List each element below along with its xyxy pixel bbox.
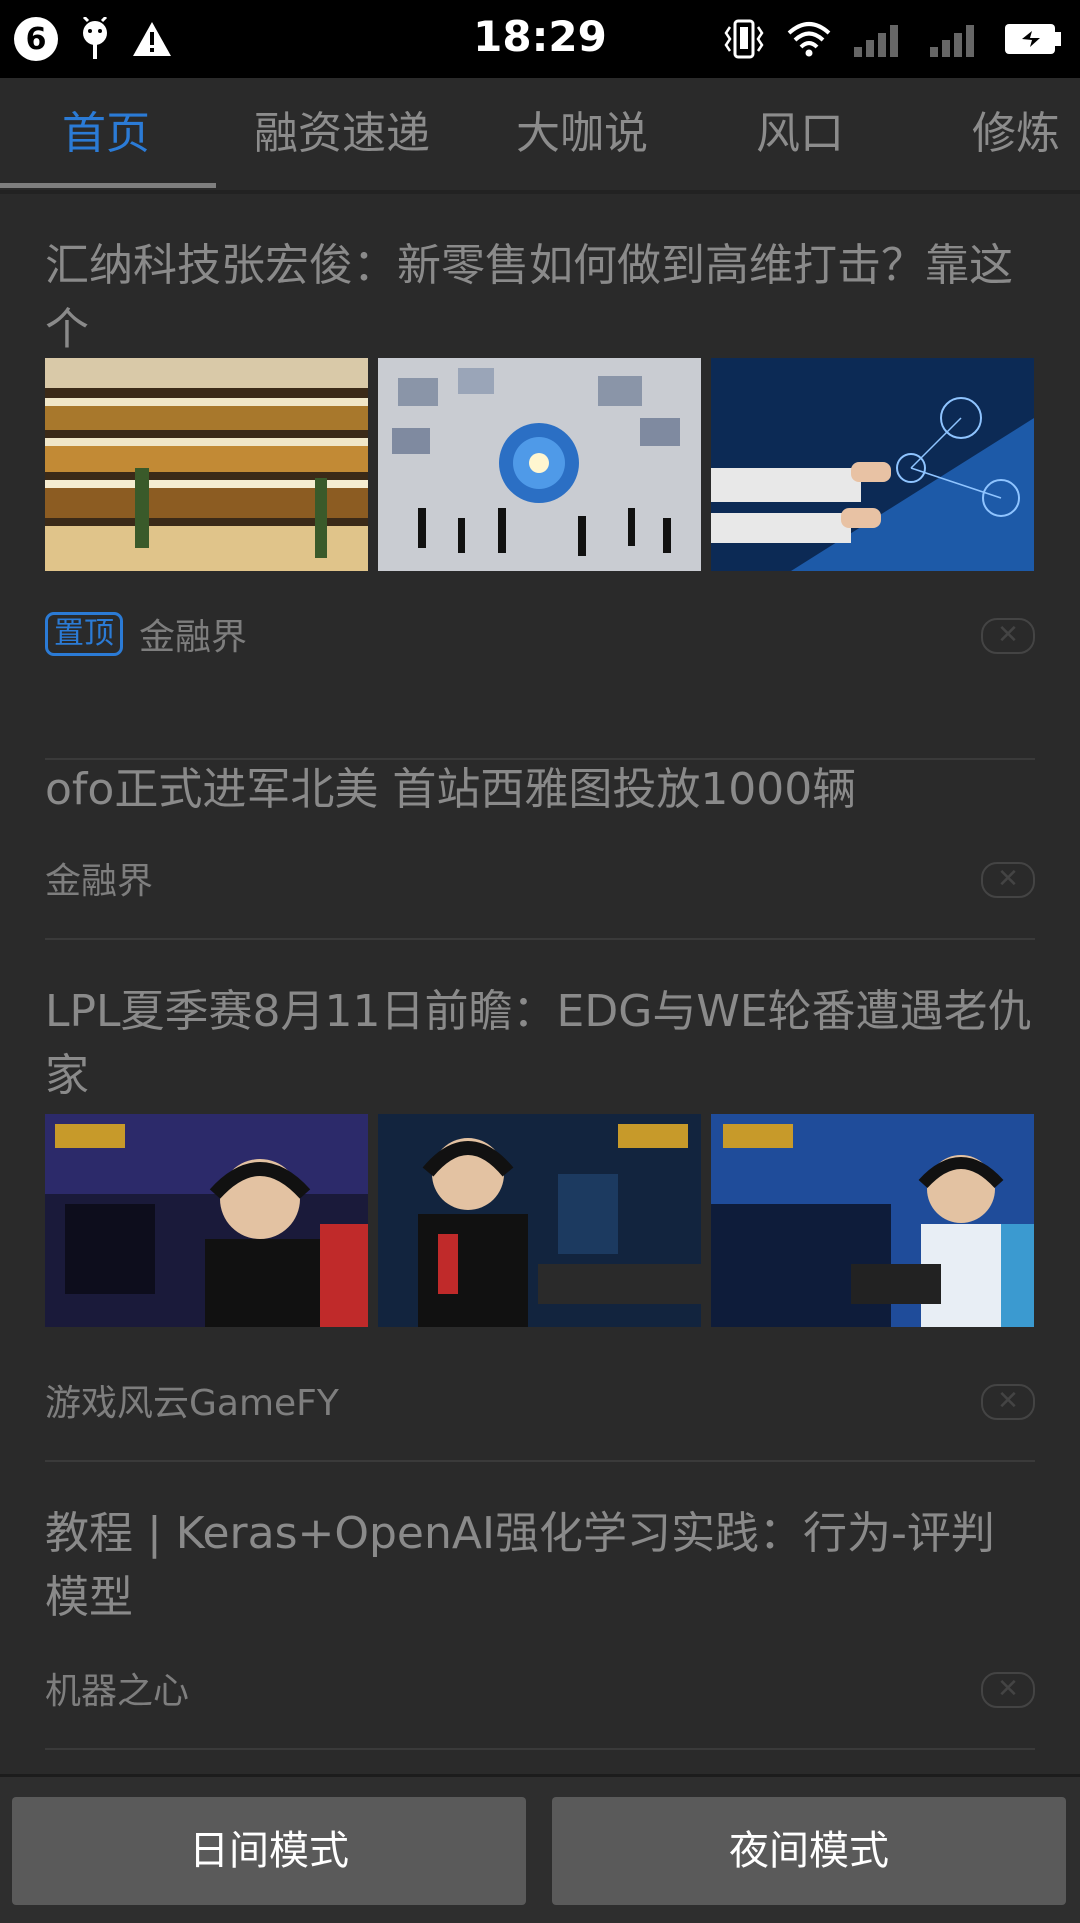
tab-financing[interactable]: 融资速递 <box>254 78 430 190</box>
article-meta: 游戏风云GameFY ✕ <box>45 1376 1035 1424</box>
article-title[interactable]: LPL夏季赛8月11日前瞻：EDG与WE轮番遭遇老仇家 <box>45 980 1035 1108</box>
day-mode-button[interactable]: 日间模式 <box>12 1797 526 1905</box>
night-mode-button[interactable]: 夜间模式 <box>552 1797 1066 1905</box>
esports-player-image[interactable] <box>45 1114 368 1327</box>
battery-charging-icon <box>1005 24 1061 54</box>
article-thumbnails <box>45 1114 1035 1327</box>
list-item[interactable]: 汇纳科技张宏俊：新零售如何做到高维打击？靠这个 置顶 金融界 ✕ <box>45 234 1035 760</box>
article-source: 机器之心 <box>45 1671 190 1712</box>
article-source: 金融界 <box>45 861 154 902</box>
tab-big-talk[interactable]: 大咖说 <box>516 78 648 190</box>
signal-2-icon <box>930 25 974 57</box>
status-bar: 6 18:29 <box>0 0 1080 78</box>
article-title[interactable]: 汇纳科技张宏俊：新零售如何做到高维打击？靠这个 <box>45 234 1035 362</box>
article-title[interactable]: ofo正式进军北美 首站西雅图投放1000辆 <box>45 758 1035 822</box>
category-tabs: 首页 融资速递 大咖说 风口 修炼 <box>0 78 1080 190</box>
esports-player-image[interactable] <box>711 1114 1034 1327</box>
article-source: 游戏风云GameFY <box>45 1383 339 1424</box>
signal-1-icon <box>854 25 898 57</box>
tab-home[interactable]: 首页 <box>62 78 150 190</box>
divider <box>45 1460 1035 1462</box>
article-source: 金融界 <box>139 617 248 658</box>
dismiss-button[interactable]: ✕ <box>981 618 1035 654</box>
list-item[interactable]: 教程 | Keras+OpenAI强化学习实践：行为-评判模型 机器之心 ✕ <box>45 1502 1035 1750</box>
active-tab-indicator <box>0 183 216 188</box>
article-thumbnails <box>45 358 1035 571</box>
article-title[interactable]: 教程 | Keras+OpenAI强化学习实践：行为-评判模型 <box>45 1502 1035 1630</box>
news-feed: 汇纳科技张宏俊：新零售如何做到高维打击？靠这个 置顶 金融界 ✕ ofo正式进军… <box>0 194 1080 1774</box>
article-meta: 金融界 ✕ <box>45 854 1035 902</box>
touchscreen-tech-image[interactable] <box>711 358 1034 571</box>
display-mode-bar: 日间模式 夜间模式 <box>0 1774 1080 1923</box>
dismiss-button[interactable]: ✕ <box>981 1384 1035 1420</box>
list-item[interactable]: LPL夏季赛8月11日前瞻：EDG与WE轮番遭遇老仇家 游戏风云GameFY ✕ <box>45 980 1035 1462</box>
pinned-badge: 置顶 <box>45 612 123 656</box>
divider <box>45 938 1035 940</box>
wifi-icon <box>787 22 831 57</box>
digital-globe-image[interactable] <box>378 358 701 571</box>
divider <box>45 1748 1035 1750</box>
mall-atrium-image[interactable] <box>45 358 368 571</box>
article-meta: 置顶 金融界 ✕ <box>45 610 1035 658</box>
esports-player-image[interactable] <box>378 1114 701 1327</box>
article-meta: 机器之心 ✕ <box>45 1664 1035 1712</box>
status-right <box>722 14 1062 64</box>
dismiss-button[interactable]: ✕ <box>981 862 1035 898</box>
tab-trend[interactable]: 风口 <box>756 78 844 190</box>
list-item[interactable]: ofo正式进军北美 首站西雅图投放1000辆 金融界 ✕ <box>45 758 1035 940</box>
tab-practice[interactable]: 修炼 <box>972 78 1060 190</box>
dismiss-button[interactable]: ✕ <box>981 1672 1035 1708</box>
vibrate-icon <box>724 19 764 59</box>
